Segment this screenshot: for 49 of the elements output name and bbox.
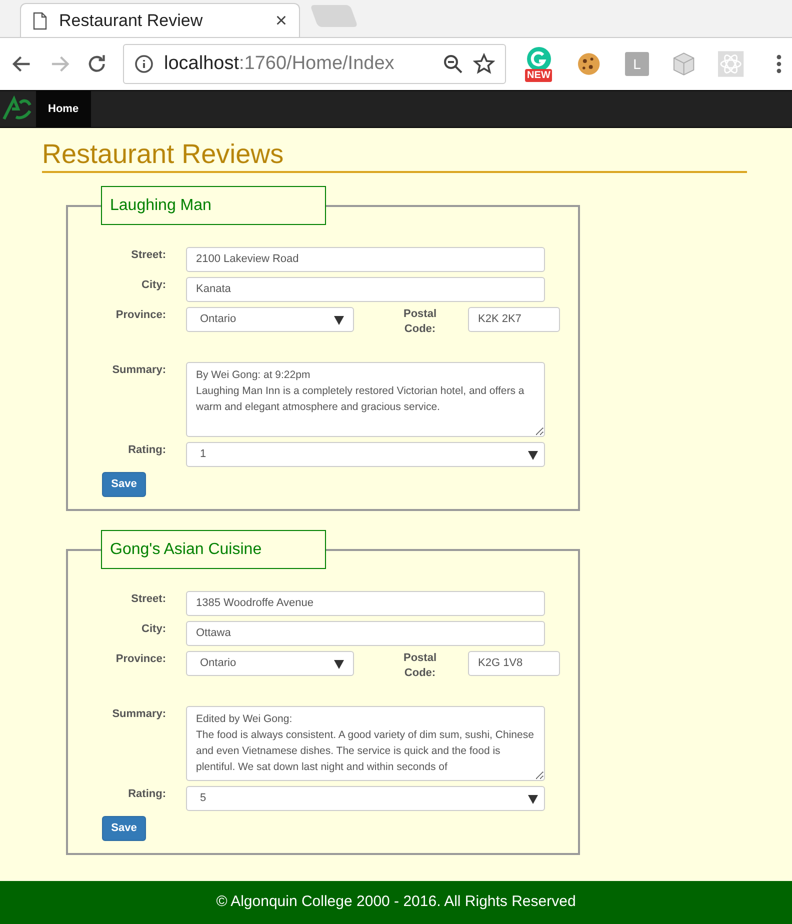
copyright-text: © Algonquin College 2000 - 2016. All Rights Reserved	[216, 892, 576, 912]
city-field[interactable]: Kanata	[186, 277, 545, 302]
field-label: Summary:	[111, 363, 166, 378]
close-tab-button[interactable]: ×	[275, 6, 287, 36]
field-label: Street:	[130, 592, 166, 607]
city-field[interactable]: Ottawa	[186, 621, 545, 646]
save-button[interactable]: Save	[102, 816, 146, 841]
field-label: City:	[140, 278, 166, 293]
caret-icon	[334, 658, 344, 668]
postal-code-field[interactable]: K2K 2K7	[468, 307, 560, 332]
field-label: Rating:	[127, 787, 166, 802]
tab-title: Restaurant Review	[59, 10, 204, 32]
page-title: Restaurant Reviews	[42, 138, 747, 173]
rating-select[interactable]: 1	[186, 442, 545, 467]
cookie-icon[interactable]	[577, 52, 602, 76]
address-text: localhost:1760/Home/Index	[164, 52, 396, 76]
extension-icon	[526, 46, 552, 72]
rating-select[interactable]: 5	[186, 786, 545, 811]
summary-field[interactable]: By Wei Gong: at 9:22pm Laughing Man Inn is a completely restored Victorian hotel, and offers a warm and elegant atmosphere and gracious service.	[186, 362, 545, 437]
field-label: Street:	[130, 248, 166, 263]
field-label: City:	[140, 622, 166, 637]
caret-icon	[334, 314, 344, 324]
field-label: Rating:	[127, 443, 166, 458]
postal-code-field[interactable]: K2G 1V8	[468, 651, 560, 676]
star-icon[interactable]	[472, 53, 495, 75]
nav-link[interactable]: Home	[36, 91, 91, 127]
field-label: Province:	[114, 652, 166, 667]
caret-icon	[528, 794, 538, 804]
extension-button[interactable]: NEW	[522, 46, 556, 82]
info-icon	[134, 54, 154, 74]
save-button[interactable]: Save	[102, 472, 146, 497]
field-label: Postal Code:	[402, 651, 438, 681]
province-select[interactable]: Ontario	[186, 651, 354, 676]
restaurant-name: Gong's Asian Cuisine	[101, 530, 326, 569]
new-badge: NEW	[525, 69, 552, 82]
zoom-out-icon[interactable]	[442, 54, 463, 74]
summary-field[interactable]: Edited by Wei Gong: The food is always consistent. A good variety of dim sum, sushi, Chinese and even Vietnamese dishes. The service is quick and the food is plentiful. We sat down last night and within seconds of	[186, 706, 545, 781]
street-field[interactable]: 1385 Woodroffe Avenue	[186, 591, 545, 616]
field-label: Province:	[114, 308, 166, 323]
page-icon	[33, 12, 47, 30]
caret-icon	[528, 450, 538, 460]
field-label: Postal Code:	[402, 307, 438, 337]
menu-icon[interactable]	[776, 54, 782, 74]
province-select[interactable]: Ontario	[186, 307, 354, 332]
field-label: Summary:	[111, 707, 166, 722]
restaurant-name: Laughing Man	[101, 186, 326, 225]
address-bar[interactable]: localhost:1760/Home/Index	[123, 44, 506, 84]
browser-tab[interactable]: Restaurant Review ×	[20, 3, 300, 37]
street-field[interactable]: 2100 Lakeview Road	[186, 247, 545, 272]
